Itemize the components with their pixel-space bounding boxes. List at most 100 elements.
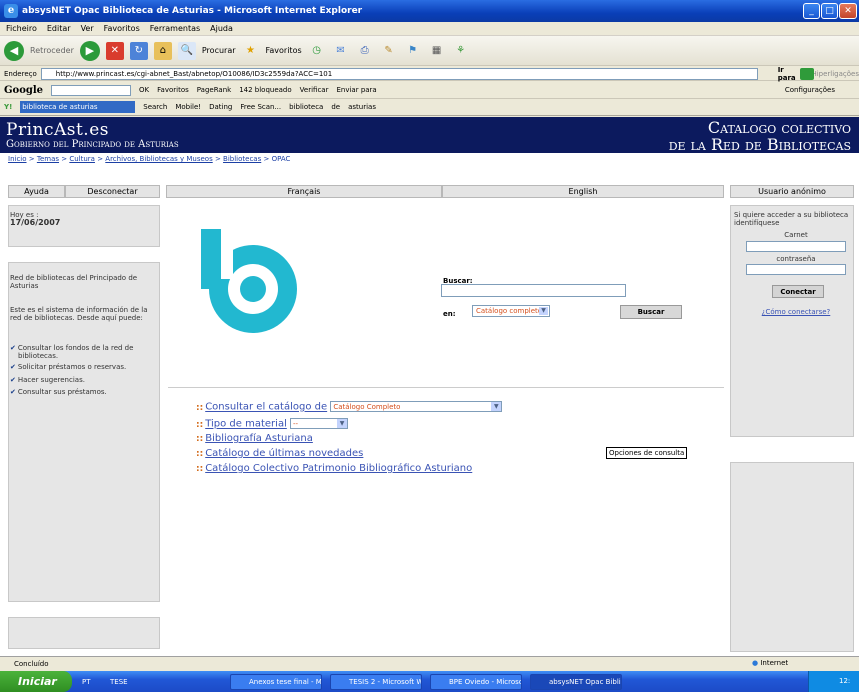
system-tray: 12: bbox=[808, 671, 859, 692]
send-to[interactable]: Enviar para bbox=[336, 86, 376, 94]
password-input[interactable] bbox=[746, 264, 846, 275]
edit-icon[interactable]: ✎ bbox=[380, 42, 398, 60]
mail-icon[interactable]: ✉ bbox=[332, 42, 350, 60]
current-date: 17/06/2007 bbox=[10, 218, 61, 227]
history-icon[interactable]: ◷ bbox=[308, 42, 326, 60]
divider bbox=[168, 387, 724, 388]
breadcrumb-archivos[interactable]: Archivos, Bibliotecas y Museos bbox=[105, 155, 212, 163]
task-tesis[interactable]: TESIS 2 - Microsoft W... bbox=[330, 674, 422, 690]
window-title: absysNET Opac Biblioteca de Asturias - M… bbox=[22, 6, 363, 16]
toolbar-search-input[interactable]: biblioteca de asturias bbox=[20, 101, 136, 113]
stop-icon[interactable]: ✕ bbox=[105, 41, 124, 60]
catalog-select[interactable]: Catálogo completo ▼ bbox=[472, 305, 550, 317]
favorites-icon[interactable]: ★ bbox=[242, 42, 260, 60]
globe-icon: ● bbox=[752, 659, 759, 667]
left-item-1: ✔ Consultar los fondos de la red de bibli… bbox=[10, 344, 134, 360]
task-absysnet[interactable]: absysNET Opac Biblio... bbox=[530, 674, 622, 690]
google-toolbar: Google OK Favoritos PageRank 142 bloquea… bbox=[0, 82, 859, 99]
google-go-icon[interactable]: OK bbox=[139, 86, 149, 94]
consultar-link[interactable]: Consultar el catálogo de bbox=[205, 402, 327, 413]
tipo-select[interactable]: -- ▼ bbox=[290, 418, 349, 429]
popup-blocked[interactable]: 142 bloqueado bbox=[239, 86, 291, 94]
chevron-down-icon: ▼ bbox=[539, 307, 548, 315]
toolbar-dating[interactable]: Dating bbox=[209, 103, 232, 111]
bullet-icon: :: bbox=[196, 449, 204, 459]
forward-icon[interactable]: ▶ bbox=[79, 40, 100, 61]
search-icon[interactable]: 🔍 bbox=[177, 41, 196, 60]
address-label: Endereço bbox=[4, 69, 37, 78]
toolbar-freescan[interactable]: Free Scan... bbox=[240, 103, 281, 111]
google-logo[interactable]: Google bbox=[4, 85, 43, 96]
links-label[interactable]: Hiperligações bbox=[811, 70, 859, 78]
search-label[interactable]: Procurar bbox=[202, 46, 236, 55]
patrimonio-link[interactable]: Catálogo Colectivo Patrimonio Bibliográf… bbox=[205, 463, 472, 474]
menu-favorites[interactable]: Favoritos bbox=[104, 24, 140, 33]
chevron-down-icon: ▼ bbox=[337, 419, 348, 428]
bullet-icon: :: bbox=[196, 464, 204, 474]
francais-button[interactable]: Français bbox=[166, 185, 442, 198]
research-icon[interactable]: ▦ bbox=[428, 42, 446, 60]
back-label[interactable]: Retroceder bbox=[30, 46, 74, 55]
favorites-label[interactable]: Favoritos bbox=[266, 46, 302, 55]
messenger2-icon[interactable]: ⚘ bbox=[452, 42, 470, 60]
home-icon[interactable]: ⌂ bbox=[153, 41, 172, 60]
clock: 12: bbox=[839, 677, 851, 685]
spellcheck[interactable]: Verificar bbox=[300, 86, 329, 94]
conectar-button[interactable]: Conectar bbox=[772, 285, 824, 298]
highlight-term-3[interactable]: asturias bbox=[348, 103, 376, 111]
biblioteca-logo-icon bbox=[201, 229, 297, 333]
back-icon[interactable]: ◀ bbox=[4, 40, 24, 61]
breadcrumb-bibliotecas[interactable]: Bibliotecas bbox=[223, 155, 261, 163]
breadcrumb-inicio[interactable]: Inicio bbox=[8, 155, 27, 163]
bullet-icon: :: bbox=[196, 434, 204, 444]
ayuda-button[interactable]: Ayuda bbox=[8, 185, 65, 198]
toolbar-logo-icon: Y! bbox=[4, 103, 13, 111]
menu-edit[interactable]: Editar bbox=[47, 24, 71, 33]
tipo-link[interactable]: Tipo de material bbox=[205, 419, 287, 430]
google-favorites[interactable]: Favoritos bbox=[157, 86, 189, 94]
quick-launch-tese[interactable]: TESE bbox=[110, 678, 128, 686]
buscar-button[interactable]: Buscar bbox=[620, 305, 682, 319]
breadcrumb-cultura[interactable]: Cultura bbox=[69, 155, 95, 163]
en-label: en: bbox=[443, 310, 456, 318]
right-bottom-panel bbox=[730, 462, 854, 652]
messenger-icon[interactable]: ⚑ bbox=[404, 42, 422, 60]
menu-tools[interactable]: Ferramentas bbox=[150, 24, 200, 33]
menu-view[interactable]: Ver bbox=[81, 24, 94, 33]
tooltip: Opciones de consulta bbox=[606, 447, 688, 459]
address-field[interactable]: http://www.princast.es/cgi-abnet_Bast/ab… bbox=[40, 67, 758, 80]
english-button[interactable]: English bbox=[442, 185, 724, 198]
desconectar-button[interactable]: Desconectar bbox=[65, 185, 160, 198]
task-anexos[interactable]: Anexos tese final - Mi... bbox=[230, 674, 322, 690]
bibliografia-link[interactable]: Bibliografía Asturiana bbox=[205, 433, 313, 444]
buscar-input[interactable] bbox=[441, 284, 626, 297]
browser-toolbar: ◀ Retroceder ▶ ✕ ↻ ⌂ 🔍 Procurar ★ Favori… bbox=[0, 36, 859, 66]
google-settings[interactable]: Configurações bbox=[785, 86, 835, 94]
novedades-link[interactable]: Catálogo de últimas novedades bbox=[205, 448, 363, 459]
maximize-button[interactable]: □ bbox=[821, 3, 838, 19]
go-arrow-icon[interactable] bbox=[800, 68, 814, 80]
menu-help[interactable]: Ajuda bbox=[210, 24, 233, 33]
highlight-term-1[interactable]: biblioteca bbox=[289, 103, 323, 111]
menu-file[interactable]: Ficheiro bbox=[6, 24, 37, 33]
consultar-select[interactable]: Catálogo Completo ▼ bbox=[330, 401, 503, 412]
usuario-button[interactable]: Usuario anónimo bbox=[730, 185, 854, 198]
breadcrumb-temas[interactable]: Temas bbox=[37, 155, 59, 163]
google-search-input[interactable] bbox=[51, 84, 132, 96]
carnet-input[interactable] bbox=[746, 241, 846, 252]
toolbar-search-button[interactable]: Search bbox=[143, 103, 167, 111]
minimize-button[interactable]: _ bbox=[803, 3, 820, 19]
start-button[interactable]: Iniciar bbox=[0, 671, 72, 692]
princast-logo[interactable]: PrincAst.es bbox=[6, 120, 109, 140]
close-button[interactable]: ✕ bbox=[839, 3, 857, 19]
highlight-term-2[interactable]: de bbox=[331, 103, 340, 111]
toolbar-mobile[interactable]: Mobile! bbox=[175, 103, 201, 111]
refresh-icon[interactable]: ↻ bbox=[129, 41, 148, 60]
print-icon[interactable]: ⎙ bbox=[356, 42, 374, 60]
menu-bar: Ficheiro Editar Ver Favoritos Ferramenta… bbox=[0, 22, 859, 36]
ie-icon: e bbox=[4, 4, 18, 18]
language-indicator[interactable]: PT bbox=[82, 678, 91, 686]
task-bpe[interactable]: BPE Oviedo - Microso... bbox=[430, 674, 522, 690]
how-to-connect-link[interactable]: ¿Cómo conectarse? bbox=[746, 308, 846, 316]
window-title-bar: e absysNET Opac Biblioteca de Asturias -… bbox=[0, 0, 859, 22]
